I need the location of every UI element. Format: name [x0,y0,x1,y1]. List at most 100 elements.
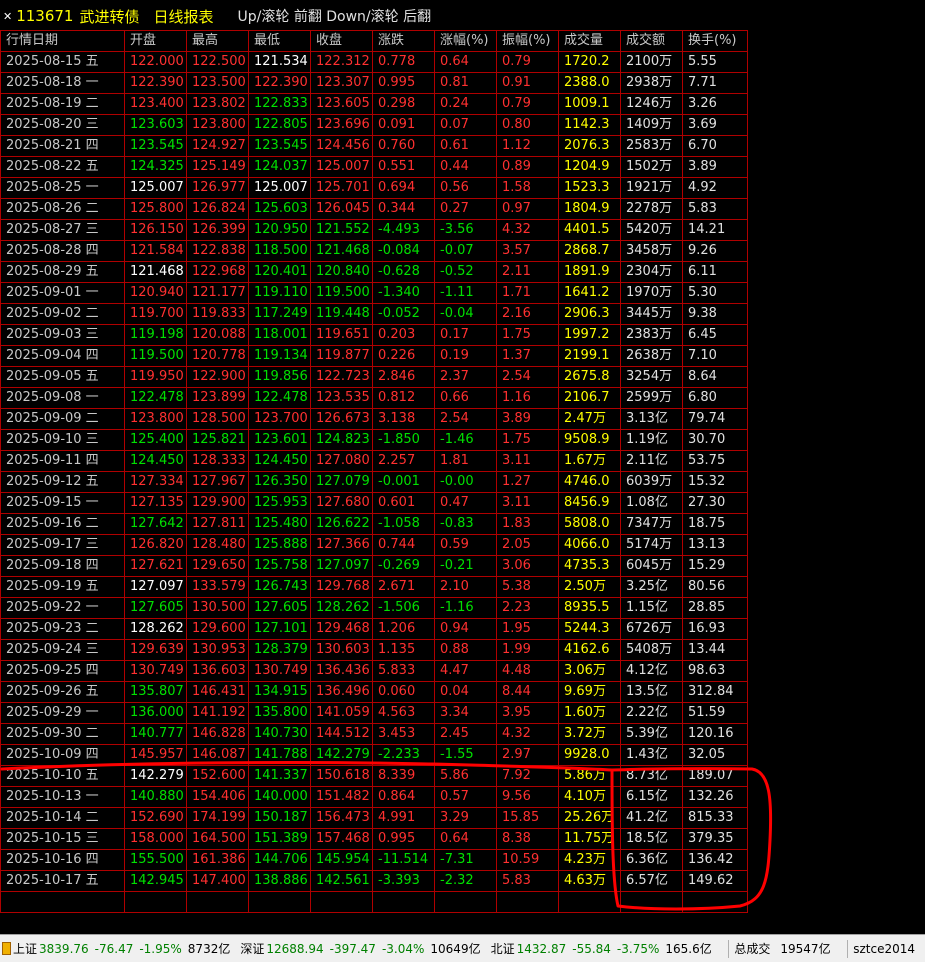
table-row[interactable]: 2025-10-17 五 142.945 147.400 138.886 142.561… [0,870,748,892]
amplitude-pct-cell: 7.92 [496,765,559,787]
table-row[interactable]: 2025-10-09 四 145.957 146.087 141.788 142.279… [0,744,748,766]
bz-index-label[interactable]: 北证 [491,940,515,957]
column-header[interactable]: 开盘 [124,30,187,52]
column-header[interactable]: 成交额 [620,30,683,52]
table-row[interactable]: 2025-09-23 二 128.262 129.600 127.101 129.468… [0,618,748,640]
table-row[interactable]: 2025-09-29 一 136.000 141.192 135.800 141.059… [0,702,748,724]
table-header-row: 行情日期 开盘 最高 最低 收盘 涨跌 涨幅(%) 振幅(%) 成交量 成交额 换手(%) [0,30,748,52]
sh-index-label[interactable]: 上证 [13,940,37,957]
change-pct-cell: 0.81 [434,72,497,94]
sz-index-label[interactable]: 深证 [240,940,264,957]
change-cell: -1.506 [372,597,435,619]
table-row[interactable]: 2025-09-11 四 124.450 128.333 124.450 127.080… [0,450,748,472]
low-price-cell: 120.401 [248,261,311,283]
amplitude-pct-cell: 2.97 [496,744,559,766]
open-price-cell: 158.000 [124,828,187,850]
column-header[interactable]: 涨幅(%) [434,30,497,52]
table-row[interactable]: 2025-10-16 四 155.500 161.386 144.706 145.954… [0,849,748,871]
change-cell: 0.760 [372,135,435,157]
table-row[interactable]: 2025-08-26 二 125.800 126.824 125.603 126.045… [0,198,748,220]
table-row[interactable]: 2025-09-15 一 127.135 129.900 125.953 127.680… [0,492,748,514]
volume-cell: 4746.0 [558,471,621,493]
amplitude-pct-cell: 3.95 [496,702,559,724]
table-row[interactable]: 2025-08-19 二 123.400 123.802 122.833 123.605… [0,93,748,115]
table-row[interactable]: 2025-08-21 四 123.545 124.927 123.545 124.456… [0,135,748,157]
table-row[interactable]: 2025-08-18 一 122.390 123.500 122.390 123.307… [0,72,748,94]
table-row[interactable]: 2025-08-29 五 121.468 122.968 120.401 120.840… [0,261,748,283]
change-pct-cell: 0.27 [434,198,497,220]
open-price-cell: 127.097 [124,576,187,598]
table-row[interactable]: 2025-10-13 一 140.880 154.406 140.000 151.482… [0,786,748,808]
sz-index-amount: 10649亿 [430,942,481,956]
table-row[interactable]: 2025-09-01 一 120.940 121.177 119.110 119.500… [0,282,748,304]
table-row[interactable]: 2025-09-18 四 127.621 129.650 125.758 127.097… [0,555,748,577]
table-row[interactable]: 2025-09-19 五 127.097 133.579 126.743 129.768… [0,576,748,598]
column-header[interactable]: 最低 [248,30,311,52]
table-row[interactable]: 2025-10-14 二 152.690 174.199 150.187 156.473… [0,807,748,829]
change-pct-cell: 0.17 [434,324,497,346]
column-header[interactable]: 成交量 [558,30,621,52]
close-price-cell: 130.603 [310,639,373,661]
bz-index-pct: -3.75% [616,941,660,956]
low-price-cell: 150.187 [248,807,311,829]
table-row[interactable]: 2025-08-22 五 124.325 125.149 124.037 125.007… [0,156,748,178]
trade-date-cell: 2025-08-18 一 [0,72,125,94]
turnover-amount-cell: 6.15亿 [620,786,683,808]
table-row[interactable]: 2025-09-30 二 140.777 146.828 140.730 144.512… [0,723,748,745]
table-row[interactable]: 2025-09-02 二 119.700 119.833 117.249 119.448… [0,303,748,325]
table-row[interactable]: 2025-08-20 三 123.603 123.800 122.805 123.696… [0,114,748,136]
volume-cell: 1720.2 [558,51,621,73]
amplitude-pct-cell: 2.16 [496,303,559,325]
close-price-cell: 124.823 [310,429,373,451]
turnover-amount-cell: 41.2亿 [620,807,683,829]
table-row[interactable]: 2025-09-16 二 127.642 127.811 125.480 126.622… [0,513,748,535]
table-row[interactable]: 2025-08-25 一 125.007 126.977 125.007 125.701… [0,177,748,199]
volume-cell: 8456.9 [558,492,621,514]
expand-arrow-icon[interactable]: ✕ [3,10,12,23]
high-price-cell: 122.500 [186,51,249,73]
column-header[interactable]: 最高 [186,30,249,52]
high-price-cell: 146.828 [186,723,249,745]
trade-date-cell: 2025-09-16 二 [0,513,125,535]
turnover-amount-cell: 6.36亿 [620,849,683,871]
table-row[interactable]: 2025-08-15 五 122.000 122.500 121.534 122.312… [0,51,748,73]
table-row[interactable]: 2025-09-26 五 135.807 146.431 134.915 136.496… [0,681,748,703]
close-price-cell: 119.651 [310,324,373,346]
turnover-rate-cell: 13.13 [682,534,748,556]
table-row[interactable]: 2025-09-17 三 126.820 128.480 125.888 127.366… [0,534,748,556]
column-header[interactable]: 振幅(%) [496,30,559,52]
open-price-cell: 119.500 [124,345,187,367]
high-price-cell: 128.500 [186,408,249,430]
amplitude-pct-cell: 1.99 [496,639,559,661]
table-row[interactable]: 2025-09-12 五 127.334 127.967 126.350 127.079… [0,471,748,493]
column-header[interactable]: 收盘 [310,30,373,52]
trade-date-cell: 2025-08-29 五 [0,261,125,283]
low-price-cell: 124.037 [248,156,311,178]
table-row[interactable]: 2025-08-27 三 126.150 126.399 120.950 121.552… [0,219,748,241]
column-header[interactable]: 行情日期 [0,30,125,52]
table-row[interactable]: 2025-09-25 四 130.749 136.603 130.749 136.436… [0,660,748,682]
table-row[interactable]: 2025-10-15 三 158.000 164.500 151.389 157.468… [0,828,748,850]
table-row[interactable]: 2025-10-10 五 142.279 152.600 141.337 150.618… [0,765,748,787]
turnover-rate-cell: 136.42 [682,849,748,871]
table-row[interactable]: 2025-09-03 三 119.198 120.088 118.001 119.651… [0,324,748,346]
market-index-icon[interactable] [2,942,12,955]
column-header[interactable]: 涨跌 [372,30,435,52]
table-row[interactable]: 2025-09-22 一 127.605 130.500 127.605 128.262… [0,597,748,619]
change-cell: -2.233 [372,744,435,766]
table-row[interactable]: 2025-09-05 五 119.950 122.900 119.856 122.723… [0,366,748,388]
table-row[interactable]: 2025-09-09 二 123.800 128.500 123.700 126.673… [0,408,748,430]
table-row[interactable]: 2025-09-04 四 119.500 120.778 119.134 119.877… [0,345,748,367]
turnover-rate-cell: 32.05 [682,744,748,766]
table-row[interactable]: 2025-09-10 三 125.400 125.821 123.601 124.823… [0,429,748,451]
table-row[interactable]: 2025-09-24 三 129.639 130.953 128.379 130.603… [0,639,748,661]
high-price-cell: 152.600 [186,765,249,787]
high-price-cell: 123.899 [186,387,249,409]
table-row[interactable]: 2025-09-08 一 122.478 123.899 122.478 123.535… [0,387,748,409]
amplitude-pct-cell: 10.59 [496,849,559,871]
turnover-rate-cell: 13.44 [682,639,748,661]
table-row[interactable]: 2025-08-28 四 121.584 122.838 118.500 121.468… [0,240,748,262]
trade-date-cell: 2025-09-03 三 [0,324,125,346]
column-header[interactable]: 换手(%) [682,30,748,52]
empty-cell [372,891,435,913]
